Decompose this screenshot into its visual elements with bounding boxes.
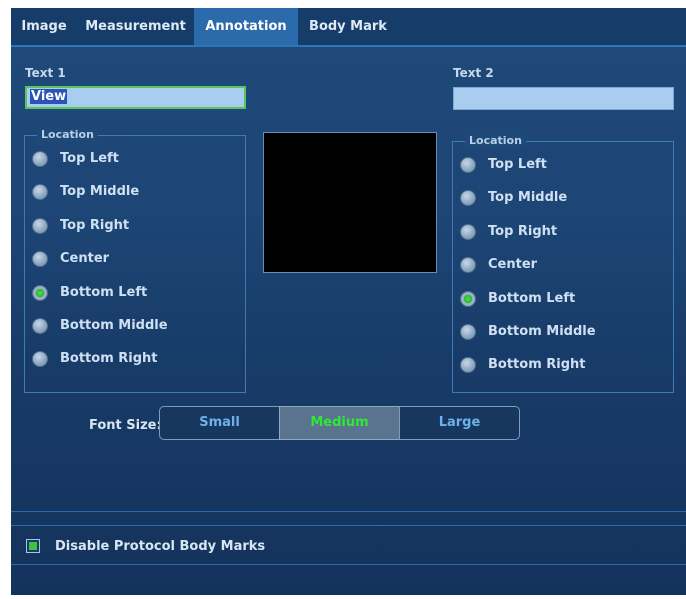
location-legend-left: Location (37, 129, 98, 141)
text2-input[interactable] (453, 87, 674, 110)
radio-label: Center (488, 257, 538, 273)
divider-bottom (11, 564, 686, 565)
radio-label: Top Left (60, 151, 119, 166)
radio-button-icon[interactable] (32, 284, 48, 301)
radio-label: Center (60, 251, 110, 267)
radio-button-icon[interactable] (32, 184, 48, 201)
radio-label: Bottom Right (488, 357, 586, 373)
radio-button-icon[interactable] (32, 251, 48, 268)
font-size-small-button[interactable]: Small (159, 406, 280, 440)
radio-button-icon[interactable] (32, 318, 48, 334)
radio-button-icon[interactable] (460, 190, 476, 207)
radio-button-icon[interactable] (460, 357, 476, 374)
location-group-right: Location Top Left Top Middle Top Right Cent… (452, 135, 674, 393)
tab-image[interactable]: Image (11, 8, 77, 45)
radio-button-icon[interactable] (460, 223, 476, 240)
radio-label: Bottom Middle (60, 318, 168, 333)
text2-label: Text 2 (453, 66, 494, 80)
text1-value: View (30, 89, 68, 104)
radio-button-icon[interactable] (460, 324, 476, 340)
annotation-preview (263, 132, 437, 273)
radio-label: Top Middle (488, 190, 568, 206)
tab-annotation[interactable]: Annotation (194, 8, 298, 45)
radio-button-icon[interactable] (460, 290, 476, 307)
text1-input[interactable]: View (25, 86, 246, 109)
font-size-label: Font Size: (89, 418, 162, 433)
radio-label: Bottom Left (488, 290, 576, 306)
checkbox-check-mark (29, 542, 37, 550)
radio-label: Top Right (488, 223, 558, 239)
divider-mid (11, 525, 686, 526)
radio-button-icon[interactable] (460, 157, 476, 173)
text1-label: Text 1 (25, 66, 66, 80)
tab-bar: Image Measurement Annotation Body Mark (11, 8, 686, 47)
disable-protocol-checkbox[interactable] (26, 539, 40, 553)
radio-label: Top Right (60, 217, 130, 233)
tab-body-mark[interactable]: Body Mark (298, 8, 398, 45)
radio-label: Bottom Right (60, 351, 158, 367)
tab-measurement[interactable]: Measurement (77, 8, 194, 45)
annotation-settings-window: Image Measurement Annotation Body Mark T… (11, 8, 686, 595)
disable-protocol-label: Disable Protocol Body Marks (55, 539, 266, 554)
radio-button-icon[interactable] (32, 351, 48, 368)
radio-label: Top Left (488, 157, 547, 172)
font-size-large-button[interactable]: Large (399, 406, 520, 440)
location-group-left: Location Top Left Top Middle Top Right Cent… (24, 129, 246, 393)
radio-button-icon[interactable] (460, 257, 476, 274)
radio-label: Bottom Middle (488, 324, 596, 339)
radio-button-icon[interactable] (32, 151, 48, 167)
font-size-medium-button[interactable]: Medium (279, 406, 400, 440)
radio-label: Bottom Left (60, 284, 148, 300)
divider-top (11, 511, 686, 512)
radio-button-icon[interactable] (32, 217, 48, 234)
radio-label: Top Middle (60, 184, 140, 200)
location-legend-right: Location (465, 135, 526, 147)
